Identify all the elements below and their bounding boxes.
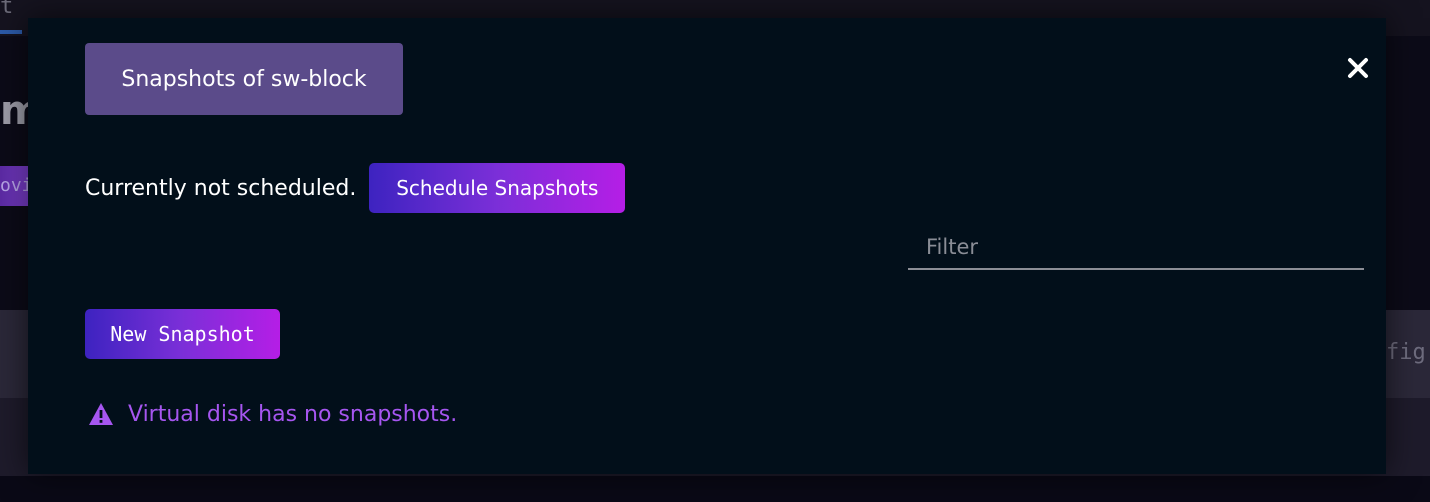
background-footer: [0, 476, 1430, 502]
snapshots-modal: Snapshots of sw-block Currently not sche…: [28, 18, 1386, 474]
schedule-status-text: Currently not scheduled.: [85, 175, 357, 201]
background-tab-indicator: [0, 30, 22, 34]
filter-field: [908, 226, 1364, 270]
new-snapshot-button[interactable]: New Snapshot: [85, 309, 280, 359]
close-button[interactable]: [1340, 50, 1376, 86]
modal-title: Snapshots of sw-block: [85, 43, 403, 115]
schedule-snapshots-button[interactable]: Schedule Snapshots: [369, 163, 626, 213]
filter-input[interactable]: [908, 226, 1364, 268]
close-icon: [1348, 58, 1368, 78]
warning-icon: [88, 402, 114, 426]
schedule-row: Currently not scheduled. Schedule Snapsh…: [85, 163, 626, 213]
background-topbar-text: t: [0, 0, 14, 19]
empty-state-message: Virtual disk has no snapshots.: [128, 401, 458, 427]
empty-state: Virtual disk has no snapshots.: [88, 398, 457, 430]
background-column-label: fig: [1386, 340, 1426, 365]
background-badge: ovis: [0, 166, 28, 206]
